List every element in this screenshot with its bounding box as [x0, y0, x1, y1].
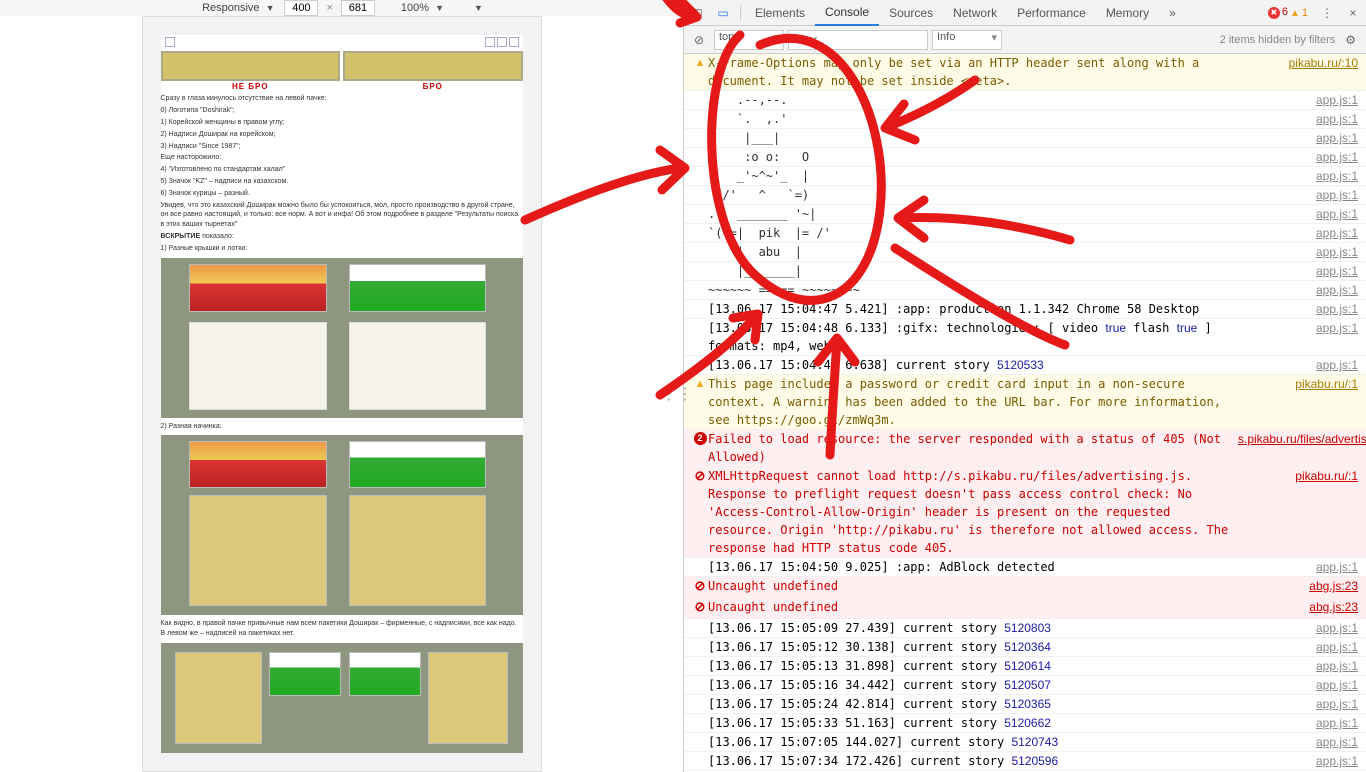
source-link[interactable]: abg.js:23 [1238, 577, 1358, 595]
console-row: :o o: Oapp.js:1 [684, 148, 1366, 167]
source-link[interactable]: app.js:1 [1238, 657, 1358, 675]
console-row: [13.06.17 15:05:33 51.163] current story… [684, 714, 1366, 733]
console-row: ~~~~~~ ===== ~~~~~~~~app.js:1 [684, 281, 1366, 300]
warnings-badge[interactable]: 1 [1290, 7, 1308, 19]
source-link[interactable]: app.js:1 [1238, 167, 1358, 185]
console-row: [13.06.17 15:04:47 5.421] :app: producti… [684, 300, 1366, 319]
source-link[interactable]: app.js:1 [1238, 148, 1358, 166]
tab-overflow[interactable]: » [1159, 0, 1186, 26]
device-zoom-dropdown[interactable]: 100%▼ [397, 2, 448, 14]
source-link[interactable]: app.js:1 [1238, 714, 1358, 732]
console-row: [13.06.17 15:05:16 34.442] current story… [684, 676, 1366, 695]
filter-input[interactable] [788, 30, 928, 50]
console-row: [13.06.17 15:05:12 30.138] current story… [684, 638, 1366, 657]
console-row: Uncaught undefinedabg.js:23 [684, 577, 1366, 598]
console-row: [13.06.17 15:04:50 9.025] :app: AdBlock … [684, 558, 1366, 577]
console-row: This page includes a password or credit … [684, 375, 1366, 430]
source-link[interactable]: app.js:1 [1238, 752, 1358, 770]
tab-sources[interactable]: Sources [879, 0, 943, 26]
source-link[interactable]: app.js:1 [1238, 638, 1358, 656]
console-output[interactable]: X-Frame-Options may only be set via an H… [684, 54, 1366, 772]
console-row: |___|app.js:1 [684, 129, 1366, 148]
console-row: `. ,.'app.js:1 [684, 110, 1366, 129]
pane-resize-handle[interactable]: ⋮⋮ [671, 379, 683, 409]
rendered-viewport[interactable]: НЕ БРОБРО Сразу в глаза кинулось отсутст… [142, 16, 542, 772]
source-link[interactable]: s.pikabu.ru/files/advertising.js [1238, 430, 1358, 448]
photo-filling [161, 435, 523, 615]
source-link[interactable]: pikabu.ru/:10 [1238, 54, 1358, 72]
console-row: [13.06.17 15:07:34 172.426] current stor… [684, 752, 1366, 771]
source-link[interactable]: app.js:1 [1238, 733, 1358, 751]
source-link[interactable]: pikabu.ru/:1 [1238, 467, 1358, 485]
source-link[interactable]: app.js:1 [1238, 224, 1358, 242]
console-row: [13.06.17 15:04:48 6.133] :gifx: technol… [684, 319, 1366, 356]
device-width-input[interactable] [284, 0, 318, 16]
source-link[interactable]: app.js:1 [1238, 619, 1358, 637]
console-row: [13.06.17 15:05:24 42.814] current story… [684, 695, 1366, 714]
tab-network[interactable]: Network [943, 0, 1007, 26]
toggle-device-icon[interactable]: ▭ [710, 0, 736, 26]
source-link[interactable]: app.js:1 [1238, 129, 1358, 147]
console-row: XMLHttpRequest cannot load http://s.pika… [684, 467, 1366, 558]
source-link[interactable]: app.js:1 [1238, 319, 1358, 337]
source-link[interactable]: app.js:1 [1238, 558, 1358, 576]
hidden-items-label: 2 items hidden by filters [1220, 34, 1336, 46]
console-row: .--,--.app.js:1 [684, 91, 1366, 110]
devtools-menu-icon[interactable]: ⋮ [1314, 0, 1340, 26]
console-row: /' ^ `=)app.js:1 [684, 186, 1366, 205]
photo-packs-trays [161, 258, 523, 418]
source-link[interactable]: app.js:1 [1238, 356, 1358, 374]
dim-separator: × [324, 2, 334, 14]
label-ne-bro: НЕ БРО [161, 81, 341, 92]
console-row: _'~^~'_ |app.js:1 [684, 167, 1366, 186]
device-preview-pane: Responsive▼ × 100%▼ ▼ НЕ БРОБРО Сразу в … [0, 0, 683, 772]
console-filterbar: ⊘ top Info 2 items hidden by filters ⚙ [684, 26, 1366, 54]
source-link[interactable]: app.js:1 [1238, 281, 1358, 299]
console-row: [13.06.17 15:04:48 6.638] current story … [684, 356, 1366, 375]
console-row: [13.06.17 15:07:05 144.027] current stor… [684, 733, 1366, 752]
errors-badge[interactable]: 6 [1268, 6, 1288, 19]
device-mode-dropdown[interactable]: Responsive▼ [198, 2, 278, 14]
clear-console-icon[interactable]: ⊘ [688, 33, 710, 47]
source-link[interactable]: app.js:1 [1238, 695, 1358, 713]
source-link[interactable]: app.js:1 [1238, 676, 1358, 694]
tab-console[interactable]: Console [815, 0, 879, 26]
level-dropdown[interactable]: Info [932, 30, 1002, 50]
devtools-close-icon[interactable]: × [1340, 0, 1366, 26]
devtools-panel: ◰ ▭ Elements Console Sources Network Per… [683, 0, 1366, 772]
source-link[interactable]: app.js:1 [1238, 110, 1358, 128]
source-link[interactable]: pikabu.ru/:1 [1238, 375, 1358, 393]
tab-elements[interactable]: Elements [745, 0, 815, 26]
console-row: Failed to load resource: the server resp… [684, 430, 1366, 467]
photo-bottom [161, 643, 523, 753]
device-height-input[interactable] [341, 0, 375, 16]
source-link[interactable]: app.js:1 [1238, 205, 1358, 223]
inspect-element-icon[interactable]: ◰ [684, 0, 710, 26]
console-row: [13.06.17 15:05:13 31.898] current story… [684, 657, 1366, 676]
console-row: `(<=| pik |= /'app.js:1 [684, 224, 1366, 243]
devtools-tabbar: ◰ ▭ Elements Console Sources Network Per… [684, 0, 1366, 26]
console-row: |_______|app.js:1 [684, 262, 1366, 281]
source-link[interactable]: abg.js:23 [1238, 598, 1358, 616]
console-row: X-Frame-Options may only be set via an H… [684, 54, 1366, 91]
console-settings-icon[interactable]: ⚙ [1345, 33, 1356, 47]
source-link[interactable]: app.js:1 [1238, 91, 1358, 109]
source-link[interactable]: app.js:1 [1238, 243, 1358, 261]
source-link[interactable]: app.js:1 [1238, 186, 1358, 204]
context-dropdown[interactable]: top [714, 30, 784, 50]
tab-performance[interactable]: Performance [1007, 0, 1096, 26]
console-row: Uncaught undefinedabg.js:23 [684, 598, 1366, 619]
device-toolbar: Responsive▼ × 100%▼ ▼ [0, 0, 683, 16]
console-row: [13.06.17 15:05:09 27.439] current story… [684, 619, 1366, 638]
tab-memory[interactable]: Memory [1096, 0, 1159, 26]
source-link[interactable]: app.js:1 [1238, 262, 1358, 280]
device-extra-dropdown[interactable]: ▼ [472, 3, 485, 13]
console-row: .' _______ '~|app.js:1 [684, 205, 1366, 224]
label-bro: БРО [343, 81, 523, 92]
source-link[interactable]: app.js:1 [1238, 300, 1358, 318]
console-row: | abu |app.js:1 [684, 243, 1366, 262]
